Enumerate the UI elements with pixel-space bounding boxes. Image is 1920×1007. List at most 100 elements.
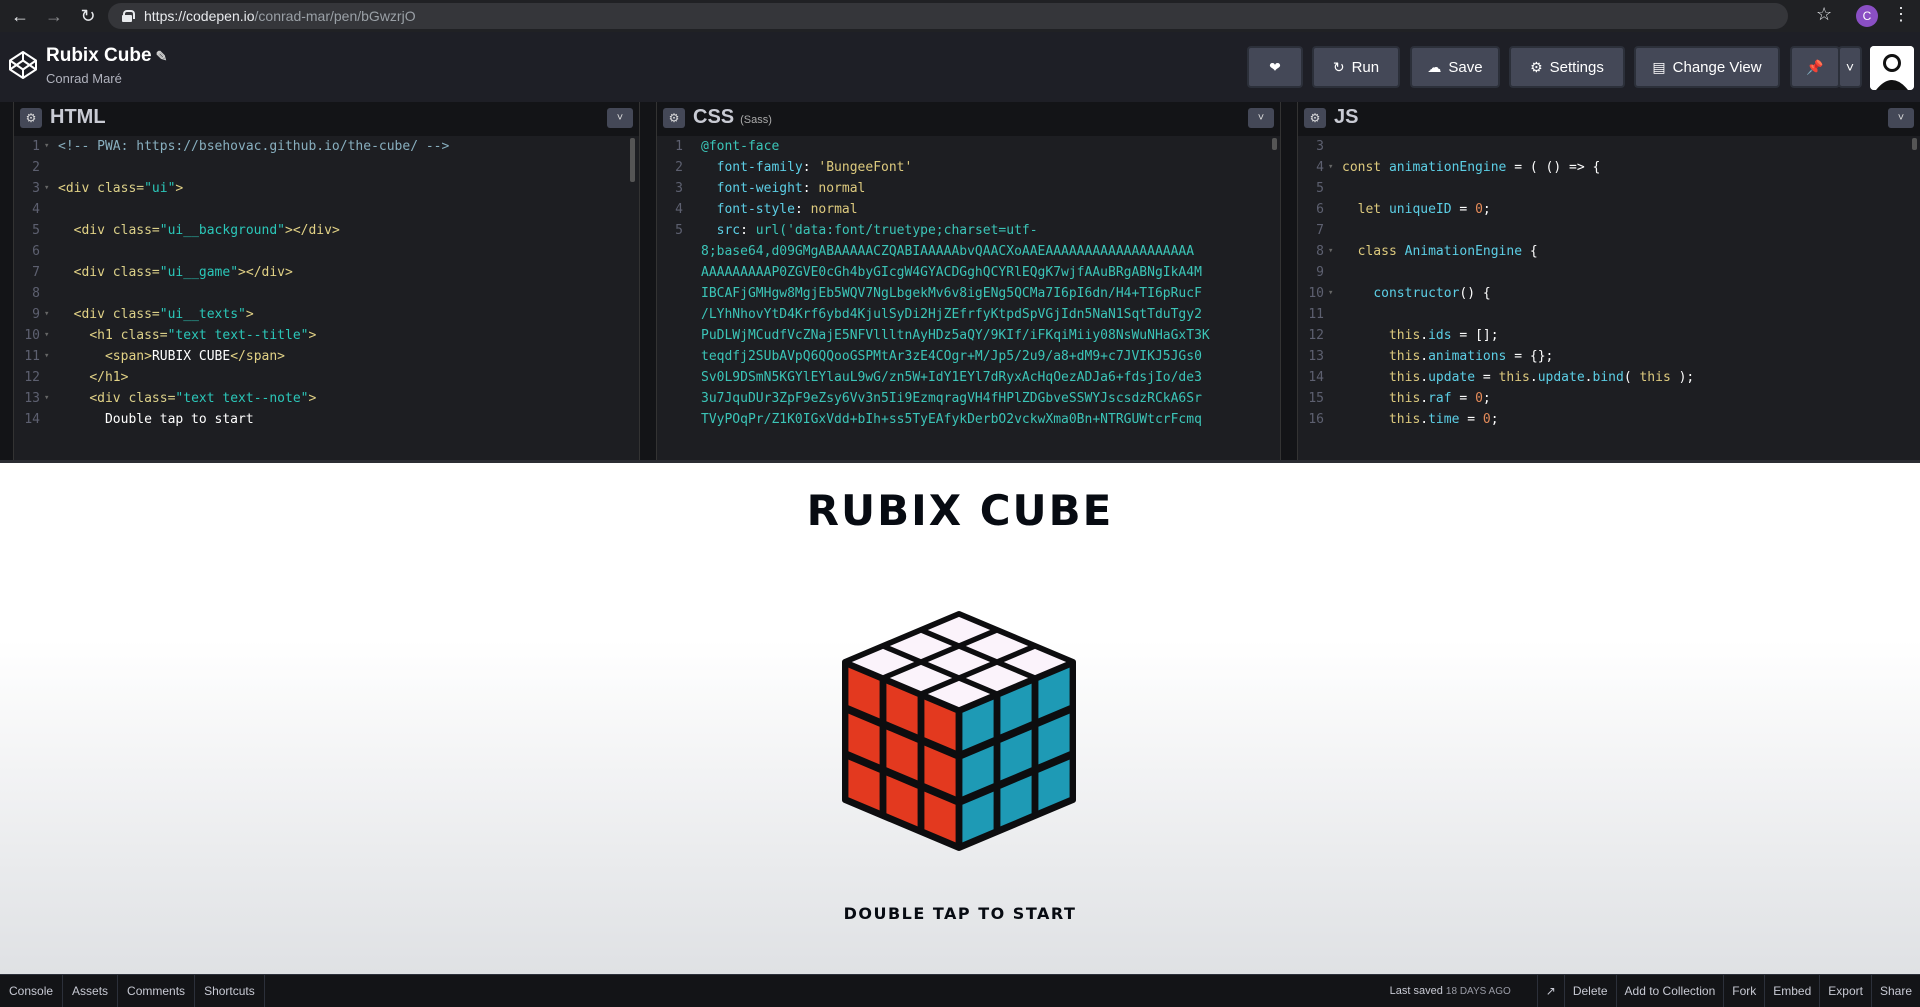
code-line[interactable]: 5 src: url('data:font/truetype;charset=u…	[657, 220, 1280, 241]
code-line[interactable]: 7 <div class= "ui__game" ></div>	[14, 262, 639, 283]
open-external-icon[interactable]: ↗	[1536, 974, 1564, 1007]
code-line[interactable]: /LYhNhovYtD4Krf6ybd4KjulSyDi2HjZEfrfyKtp…	[657, 304, 1280, 325]
js-code[interactable]: 3 4 ▾ const animationEngine = ( () => {5 6 l…	[1298, 136, 1920, 460]
html-css-resizer[interactable]	[639, 102, 657, 460]
footer-comments-button[interactable]: Comments	[118, 974, 196, 1007]
fold-arrow-icon[interactable]: ▾	[44, 346, 58, 367]
code-line[interactable]: 14 this. update = this. update. bind( this …	[1298, 367, 1920, 388]
code-line[interactable]: 8 ▾ class AnimationEngine {	[1298, 241, 1920, 262]
profile-avatar[interactable]: C	[1856, 5, 1878, 27]
user-avatar[interactable]	[1870, 46, 1914, 90]
code-line[interactable]: 9	[1298, 262, 1920, 283]
css-settings-gear-icon[interactable]: ⚙	[663, 108, 685, 128]
fold-arrow-icon[interactable]: ▾	[1328, 283, 1342, 304]
css-editor[interactable]: ⚙ CSS (Sass) ˅ 1 @font-face 2 font-family: …	[657, 102, 1280, 460]
fold-arrow-icon[interactable]: ▾	[44, 136, 58, 157]
footer-console-button[interactable]: Console	[0, 974, 64, 1007]
code-line[interactable]: PuDLWjMCudfVcZNajE5NFVllltnAyHDz5aQY/9KI…	[657, 325, 1280, 346]
code-line[interactable]: TVyPOqPr/Z1K0IGxVdd+bIh+ss5TyEAfykDerbO2…	[657, 409, 1280, 430]
code-line[interactable]: 5 <div class= "ui__background" ></div>	[14, 220, 639, 241]
code-line[interactable]: 6	[14, 241, 639, 262]
code-line[interactable]: 4 ▾ const animationEngine = ( () => {	[1298, 157, 1920, 178]
code-line[interactable]: 9 ▾ <div class= "ui__texts" >	[14, 304, 639, 325]
code-line[interactable]: 2 font-family: 'BungeeFont'	[657, 157, 1280, 178]
footer-fork-button[interactable]: Fork	[1723, 974, 1764, 1007]
code-line[interactable]: 16 this. time = 0;	[1298, 409, 1920, 430]
html-code[interactable]: 1 ▾ <!-- PWA: https://bsehovac.github.io/t…	[14, 136, 639, 460]
code-line[interactable]: 1 @font-face	[657, 136, 1280, 157]
code-line[interactable]: 11 ▾ <span> RUBIX CUBE </span>	[14, 346, 639, 367]
code-line[interactable]: 15 this. raf = 0;	[1298, 388, 1920, 409]
code-line[interactable]: 11	[1298, 304, 1920, 325]
preview-pane[interactable]: RUBIX CUBE DOUBLE TAP TO START	[0, 460, 1920, 974]
fold-arrow-icon[interactable]: ▾	[44, 325, 58, 346]
code-line[interactable]: 8;base64,d09GMgABAAAAACZQABIAAAAAbvQAACX…	[657, 241, 1280, 262]
code-line[interactable]: AAAAAAAAAP0ZGVE0cGh4byGIcgW4GYACDGghQCYR…	[657, 262, 1280, 283]
code-line[interactable]: 3	[1298, 136, 1920, 157]
code-line[interactable]: 6 let uniqueID = 0;	[1298, 199, 1920, 220]
code-line[interactable]: IBCAFjGMHgw8MgjEb5WQV7NgLbgekMv6v8igENg5…	[657, 283, 1280, 304]
code-line[interactable]: teqdfj2SUbAVpQ6QQooGSPMtAr3zE4COgr+M/Jp5…	[657, 346, 1280, 367]
pin-dropdown-button[interactable]: ˅	[1838, 46, 1862, 88]
back-arrow-icon[interactable]: ←	[6, 2, 34, 30]
heart-button[interactable]: ❤	[1247, 46, 1303, 88]
css-js-resizer[interactable]	[1280, 102, 1298, 460]
js-settings-gear-icon[interactable]: ⚙	[1304, 108, 1326, 128]
address-bar[interactable]: https://codepen.io/conrad-mar/pen/bGwzrj…	[108, 3, 1788, 29]
code-line[interactable]: 14 Double tap to start	[14, 409, 639, 430]
code-line[interactable]: 12 this. ids = [];	[1298, 325, 1920, 346]
css-code[interactable]: 1 @font-face 2 font-family: 'BungeeFont' 3 …	[657, 136, 1280, 460]
fold-arrow-icon[interactable]: ▾	[44, 304, 58, 325]
footer-export-button[interactable]: Export	[1819, 974, 1871, 1007]
run-button[interactable]: ↻ Run	[1312, 46, 1400, 88]
pencil-icon[interactable]: ✎	[156, 48, 168, 64]
code-line[interactable]: 1 ▾ <!-- PWA: https://bsehovac.github.io/t…	[14, 136, 639, 157]
code-line[interactable]: 13 ▾ <div class= "text text--note" >	[14, 388, 639, 409]
footer-share-button[interactable]: Share	[1870, 974, 1920, 1007]
js-scrollbar[interactable]	[1912, 138, 1917, 150]
change-view-button[interactable]: ▤ Change View	[1634, 46, 1780, 88]
fold-arrow-icon[interactable]: ▾	[1328, 157, 1342, 178]
pen-author[interactable]: Conrad Maré	[46, 71, 122, 86]
save-button[interactable]: ☁ Save	[1410, 46, 1500, 88]
code-line[interactable]: 13 this. animations = {};	[1298, 346, 1920, 367]
code-line[interactable]: 4	[14, 199, 639, 220]
reload-icon[interactable]: ↻	[74, 2, 102, 30]
pen-title[interactable]: Rubix Cube ✎	[46, 45, 167, 67]
code-line[interactable]: 3u7JquDUr3ZpF9eZsy6Vv3n5Ii9EzmqragVH4fHP…	[657, 388, 1280, 409]
footer-shortcuts-button[interactable]: Shortcuts	[195, 974, 265, 1007]
js-collapse-chevron-icon[interactable]: ˅	[1888, 108, 1914, 128]
fold-arrow-icon[interactable]: ▾	[44, 178, 58, 199]
code-line[interactable]: 5	[1298, 178, 1920, 199]
footer-add-to-collection-button[interactable]: Add to Collection	[1615, 974, 1724, 1007]
code-line[interactable]: 10 ▾ constructor() {	[1298, 283, 1920, 304]
rubiks-cube[interactable]	[834, 608, 1084, 880]
html-settings-gear-icon[interactable]: ⚙	[20, 108, 42, 128]
code-line[interactable]: 2	[14, 157, 639, 178]
html-editor[interactable]: ⚙ HTML ˅ 1 ▾ <!-- PWA: https://bsehovac.gi…	[14, 102, 639, 460]
js-editor[interactable]: ⚙ JS ˅ 3 4 ▾ const animationEngine = ( () =…	[1298, 102, 1920, 460]
code-line[interactable]: 10 ▾ <h1 class= "text text--title" >	[14, 325, 639, 346]
code-line[interactable]: 8	[14, 283, 639, 304]
html-scrollbar[interactable]	[630, 138, 635, 182]
fold-arrow-icon[interactable]: ▾	[1328, 241, 1342, 262]
code-line[interactable]: Sv0L9DSmN5KGYlEYlauL9wG/zn5W+IdY1EYl7dRy…	[657, 367, 1280, 388]
footer-delete-button[interactable]: Delete	[1563, 974, 1616, 1007]
forward-arrow-icon[interactable]: →	[40, 2, 68, 30]
codepen-logo-icon[interactable]	[8, 50, 38, 80]
css-scrollbar[interactable]	[1272, 138, 1277, 150]
footer-assets-button[interactable]: Assets	[63, 974, 119, 1007]
code-line[interactable]: 3 font-weight: normal	[657, 178, 1280, 199]
code-line[interactable]: 12 </h1>	[14, 367, 639, 388]
code-line[interactable]: 3 ▾ <div class= "ui" >	[14, 178, 639, 199]
rubiks-cube-graphic[interactable]	[834, 608, 1084, 880]
pin-button[interactable]: 📌	[1790, 46, 1840, 88]
html-collapse-chevron-icon[interactable]: ˅	[607, 108, 633, 128]
browser-menu-icon[interactable]: ⋮	[1892, 4, 1910, 25]
code-line[interactable]: 4 font-style: normal	[657, 199, 1280, 220]
footer-embed-button[interactable]: Embed	[1764, 974, 1819, 1007]
settings-button[interactable]: ⚙ Settings	[1509, 46, 1625, 88]
fold-arrow-icon[interactable]: ▾	[44, 388, 58, 409]
preview-resize-bar[interactable]	[0, 460, 1920, 463]
code-line[interactable]: 7	[1298, 220, 1920, 241]
